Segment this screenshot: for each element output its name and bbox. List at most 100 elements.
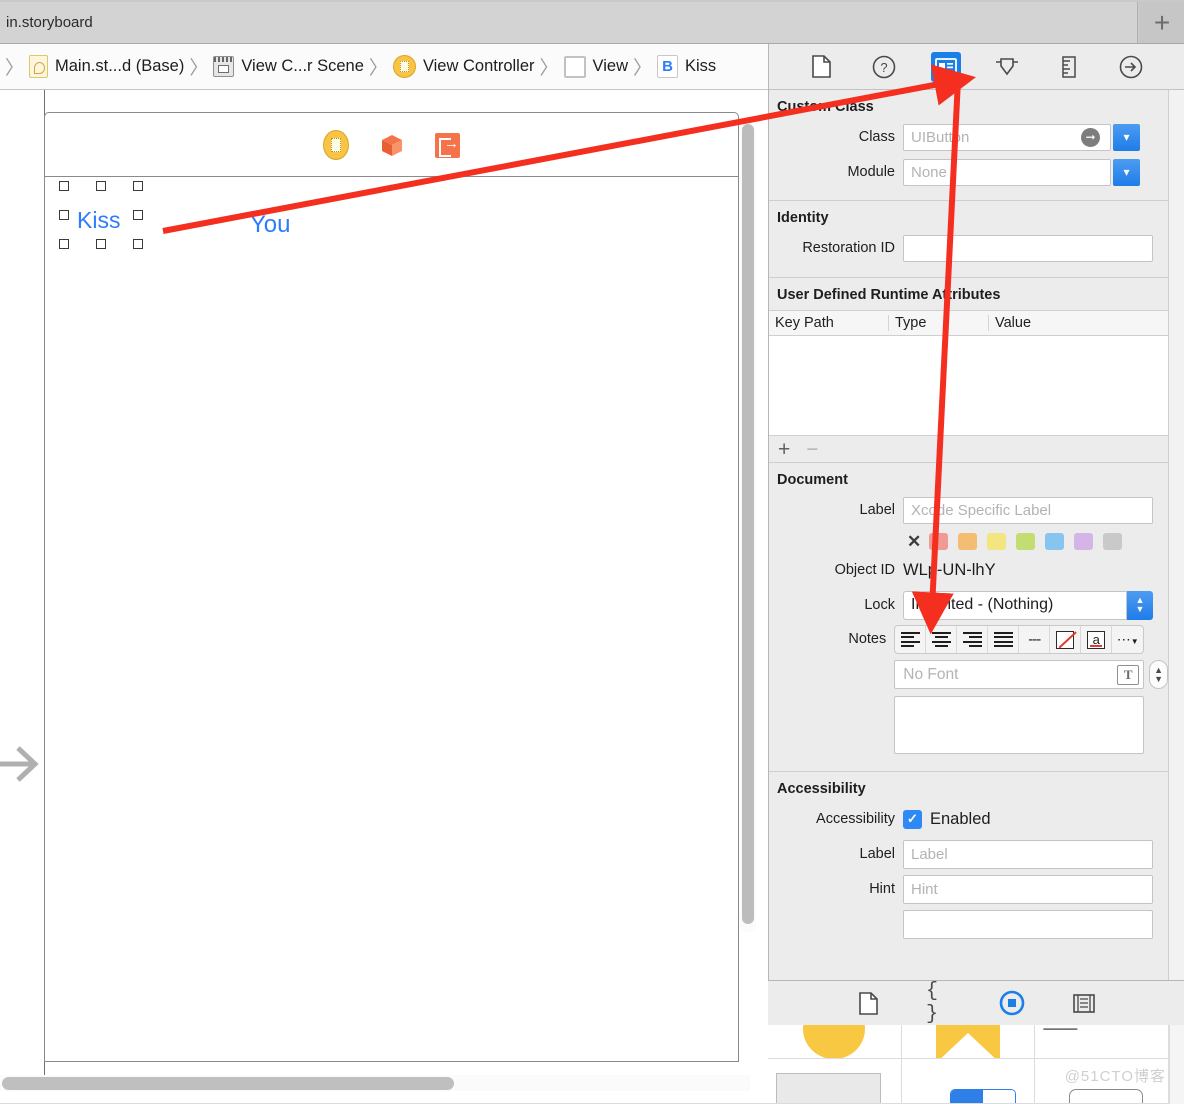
color-swatch-green[interactable]: [1016, 533, 1036, 550]
color-swatch-purple[interactable]: [1074, 533, 1094, 550]
resize-handle-top-right[interactable]: [133, 181, 143, 191]
selected-button-kiss[interactable]: Kiss: [59, 181, 143, 249]
breadcrumb-item-kiss[interactable]: B Kiss: [657, 55, 716, 78]
resize-handle-middle-right[interactable]: [133, 210, 143, 220]
storyboard-canvas[interactable]: Kiss You: [0, 90, 768, 1104]
library-scrollbar[interactable]: [1169, 1025, 1184, 1059]
notes-font-field[interactable]: No Font T: [894, 660, 1145, 689]
canvas-horizontal-scrollbar[interactable]: [0, 1075, 750, 1091]
accessibility-label-input[interactable]: Label: [903, 839, 1153, 869]
add-tab-button[interactable]: +: [1140, 2, 1184, 43]
color-swatch-gray[interactable]: [1103, 533, 1123, 550]
breadcrumb-item-label: View C...r Scene: [241, 57, 364, 75]
accessibility-hint-row: Hint Hint: [769, 874, 1168, 904]
color-swatch-yellow[interactable]: [987, 533, 1007, 550]
library-item[interactable]: [768, 1025, 902, 1059]
connections-inspector-icon[interactable]: [1116, 52, 1146, 82]
accessibility-extra-input[interactable]: [903, 909, 1153, 939]
library-scrollbar[interactable]: [1169, 1059, 1184, 1104]
remove-runtime-attribute-button[interactable]: −: [806, 439, 818, 460]
library-panel: { } ─── @51CTO博客: [768, 980, 1184, 1104]
document-label-input[interactable]: Xcode Specific Label: [903, 496, 1153, 524]
exit-dock-icon[interactable]: [435, 132, 460, 158]
lock-stepper-button[interactable]: ▲ ▼: [1127, 590, 1153, 620]
quick-help-inspector-icon[interactable]: ?: [869, 52, 899, 82]
object-id-label: Object ID: [834, 562, 895, 578]
code-snippet-library-icon[interactable]: { }: [926, 980, 954, 1026]
resize-handle-bottom-center[interactable]: [96, 239, 106, 249]
align-justify-icon[interactable]: [988, 626, 1020, 653]
add-runtime-attribute-button[interactable]: +: [778, 439, 790, 460]
inspector-scrollbar[interactable]: [1169, 90, 1184, 990]
font-panel-icon[interactable]: T: [1117, 664, 1140, 685]
view-controller-icon: [392, 55, 416, 78]
view-controller-canvas[interactable]: Kiss You: [44, 112, 739, 1062]
resize-handle-bottom-left[interactable]: [59, 239, 69, 249]
resize-handle-top-left[interactable]: [59, 181, 69, 191]
clear-color-button[interactable]: ✕: [907, 533, 921, 550]
column-key-path: Key Path: [769, 315, 889, 331]
xcode-window: in.storyboard + 〉 Main.st...d (Base) 〉 V…: [0, 0, 1184, 1104]
inspector-content: Custom Class Class UIButton ➞ ▾ Module N…: [769, 90, 1169, 990]
align-center-icon[interactable]: [926, 626, 958, 653]
file-template-library-icon[interactable]: [854, 989, 882, 1017]
class-jump-arrow-icon[interactable]: ➞: [1081, 127, 1100, 147]
dashes-icon[interactable]: ---: [1019, 626, 1051, 653]
canvas-vertical-scrollbar[interactable]: [740, 122, 756, 932]
breadcrumb-item-view-controller[interactable]: View Controller: [392, 55, 535, 78]
breadcrumb-item-label: View Controller: [422, 57, 535, 75]
notes-label: Notes: [848, 631, 887, 647]
runtime-attributes-table-body[interactable]: [769, 336, 1168, 436]
column-type: Type: [889, 315, 989, 331]
text-color-icon[interactable]: a: [1081, 626, 1113, 653]
library-item[interactable]: ───: [1035, 1025, 1169, 1059]
button-b-icon: B: [657, 55, 679, 78]
size-inspector-icon[interactable]: [1054, 52, 1084, 82]
align-right-icon[interactable]: [957, 626, 989, 653]
resize-handle-middle-left[interactable]: [59, 210, 69, 220]
accessibility-enabled-checkbox[interactable]: ✓: [903, 809, 922, 829]
color-swatch-orange[interactable]: [958, 533, 978, 550]
color-swatch-red[interactable]: [929, 533, 949, 550]
class-field-label: Class: [858, 129, 895, 145]
breadcrumb-separator: 〉: [368, 57, 388, 79]
svg-text:?: ?: [880, 60, 887, 75]
accessibility-extra-row: [769, 909, 1168, 939]
breadcrumb-item-main-storyboard[interactable]: Main.st...d (Base): [29, 55, 184, 78]
more-options-icon[interactable]: ⋯▼: [1112, 626, 1143, 653]
resize-handle-bottom-right[interactable]: [133, 239, 143, 249]
media-library-icon[interactable]: [1070, 989, 1098, 1017]
lock-label: Lock: [864, 597, 895, 613]
object-id-value: WLp-UN-lhY: [903, 560, 996, 579]
library-item[interactable]: [768, 1059, 902, 1104]
module-input[interactable]: None: [903, 158, 1111, 186]
no-color-icon[interactable]: [1050, 626, 1082, 653]
restoration-id-input[interactable]: [903, 234, 1153, 262]
lock-select[interactable]: Inherited - (Nothing): [903, 590, 1127, 620]
accessibility-hint-label: Hint: [869, 881, 895, 897]
object-library-icon[interactable]: [998, 989, 1026, 1017]
view-controller-dock-icon[interactable]: [323, 130, 349, 160]
runtime-attributes-section-title: User Defined Runtime Attributes: [777, 287, 1001, 303]
tab-main-storyboard[interactable]: in.storyboard: [0, 2, 1138, 43]
accessibility-label-row: Label Label: [769, 839, 1168, 869]
first-responder-dock-icon[interactable]: [379, 132, 405, 158]
restoration-id-row: Restoration ID: [769, 233, 1168, 263]
library-item[interactable]: [901, 1025, 1036, 1059]
align-left-icon[interactable]: [895, 626, 927, 653]
notes-textarea[interactable]: [894, 696, 1145, 754]
resize-handle-top-center[interactable]: [96, 181, 106, 191]
color-swatch-blue[interactable]: [1045, 533, 1065, 550]
identity-inspector-icon[interactable]: [930, 51, 961, 82]
attributes-inspector-icon[interactable]: [992, 52, 1022, 82]
class-dropdown-button[interactable]: ▾: [1113, 123, 1140, 151]
you-label[interactable]: You: [250, 211, 291, 239]
notes-font-stepper[interactable]: ▲ ▼: [1149, 660, 1168, 689]
library-item[interactable]: [901, 1059, 1036, 1104]
module-dropdown-button[interactable]: ▾: [1113, 158, 1140, 186]
accessibility-hint-input[interactable]: Hint: [903, 874, 1153, 904]
file-inspector-icon[interactable]: [807, 52, 837, 82]
breadcrumb-item-scene[interactable]: View C...r Scene: [213, 56, 364, 77]
class-input[interactable]: UIButton: [903, 123, 1111, 151]
breadcrumb-item-view[interactable]: View: [563, 55, 628, 78]
